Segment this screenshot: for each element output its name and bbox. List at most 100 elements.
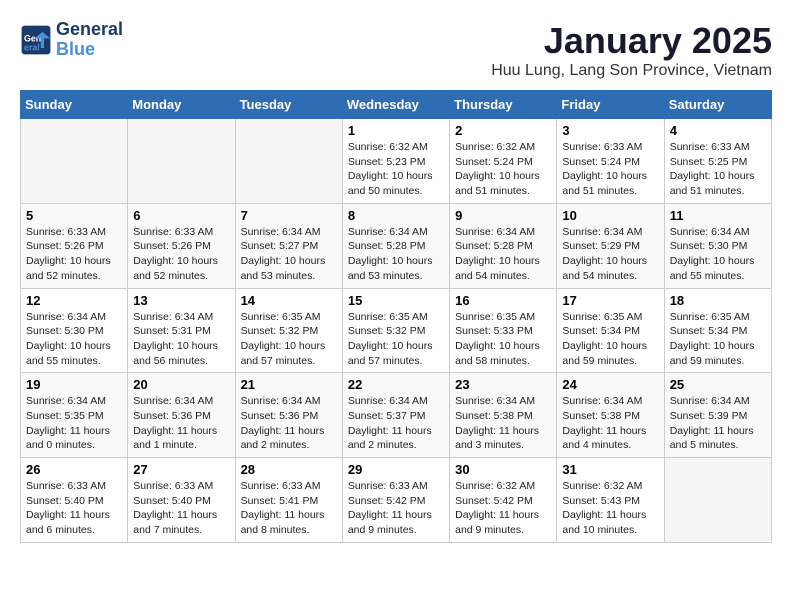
- day-number: 6: [133, 208, 229, 223]
- day-number: 21: [241, 377, 337, 392]
- day-info: Sunrise: 6:32 AM Sunset: 5:42 PM Dayligh…: [455, 479, 551, 538]
- calendar-cell: 11Sunrise: 6:34 AM Sunset: 5:30 PM Dayli…: [664, 203, 771, 288]
- day-info: Sunrise: 6:34 AM Sunset: 5:31 PM Dayligh…: [133, 310, 229, 369]
- day-info: Sunrise: 6:33 AM Sunset: 5:42 PM Dayligh…: [348, 479, 444, 538]
- day-info: Sunrise: 6:34 AM Sunset: 5:36 PM Dayligh…: [241, 394, 337, 453]
- day-number: 20: [133, 377, 229, 392]
- calendar-cell: 6 Sunrise: 6:33 AM Sunset: 5:26 PM Daylig…: [128, 203, 235, 288]
- calendar-cell: 3 Sunrise: 6:33 AM Sunset: 5:24 PM Daylig…: [557, 119, 664, 204]
- day-number: 31: [562, 462, 658, 477]
- calendar-cell: 12 Sunrise: 6:34 AM Sunset: 5:30 PM Dayli…: [21, 288, 128, 373]
- calendar-week-3: 12 Sunrise: 6:34 AM Sunset: 5:30 PM Dayli…: [21, 288, 772, 373]
- day-number: 24: [562, 377, 658, 392]
- day-info: Sunrise: 6:34 AM Sunset: 5:28 PM Dayligh…: [455, 225, 551, 284]
- day-info: Sunrise: 6:34 AM Sunset: 5:38 PM Dayligh…: [455, 394, 551, 453]
- day-number: 3: [562, 123, 658, 138]
- weekday-header-monday: Monday: [128, 91, 235, 119]
- day-number: 28: [241, 462, 337, 477]
- day-info: Sunrise: 6:34 AM Sunset: 5:28 PM Dayligh…: [348, 225, 444, 284]
- day-number: 9: [455, 208, 551, 223]
- calendar-title: January 2025: [491, 20, 772, 62]
- day-info: Sunrise: 6:34 AM Sunset: 5:36 PM Dayligh…: [133, 394, 229, 453]
- day-number: 2: [455, 123, 551, 138]
- logo-line2: Blue: [56, 40, 123, 60]
- calendar-week-4: 19 Sunrise: 6:34 AM Sunset: 5:35 PM Dayli…: [21, 373, 772, 458]
- header: Gen eral General Blue January 2025 Huu L…: [20, 20, 772, 80]
- day-number: 25: [670, 377, 766, 392]
- calendar-cell: 21 Sunrise: 6:34 AM Sunset: 5:36 PM Dayli…: [235, 373, 342, 458]
- calendar-subtitle: Huu Lung, Lang Son Province, Vietnam: [491, 62, 772, 80]
- calendar-cell: 17 Sunrise: 6:35 AM Sunset: 5:34 PM Dayli…: [557, 288, 664, 373]
- calendar-cell: 13 Sunrise: 6:34 AM Sunset: 5:31 PM Dayli…: [128, 288, 235, 373]
- logo-icon: Gen eral: [20, 24, 52, 56]
- day-number: 30: [455, 462, 551, 477]
- day-info: Sunrise: 6:34 AM Sunset: 5:30 PM Dayligh…: [26, 310, 122, 369]
- day-number: 15: [348, 293, 444, 308]
- title-block: January 2025 Huu Lung, Lang Son Province…: [491, 20, 772, 80]
- calendar-cell: 23 Sunrise: 6:34 AM Sunset: 5:38 PM Dayli…: [450, 373, 557, 458]
- day-number: 12: [26, 293, 122, 308]
- day-info: Sunrise: 6:34 AM Sunset: 5:38 PM Dayligh…: [562, 394, 658, 453]
- day-info: Sunrise: 6:35 AM Sunset: 5:32 PM Dayligh…: [241, 310, 337, 369]
- day-number: 26: [26, 462, 122, 477]
- day-number: 27: [133, 462, 229, 477]
- day-info: Sunrise: 6:33 AM Sunset: 5:40 PM Dayligh…: [26, 479, 122, 538]
- day-number: 7: [241, 208, 337, 223]
- calendar-cell: 16 Sunrise: 6:35 AM Sunset: 5:33 PM Dayli…: [450, 288, 557, 373]
- calendar-week-2: 5Sunrise: 6:33 AM Sunset: 5:26 PM Daylig…: [21, 203, 772, 288]
- day-info: Sunrise: 6:34 AM Sunset: 5:37 PM Dayligh…: [348, 394, 444, 453]
- day-number: 10: [562, 208, 658, 223]
- day-info: Sunrise: 6:33 AM Sunset: 5:26 PM Dayligh…: [26, 225, 122, 284]
- calendar-cell: 19 Sunrise: 6:34 AM Sunset: 5:35 PM Dayli…: [21, 373, 128, 458]
- day-info: Sunrise: 6:35 AM Sunset: 5:34 PM Dayligh…: [670, 310, 766, 369]
- day-info: Sunrise: 6:33 AM Sunset: 5:25 PM Dayligh…: [670, 140, 766, 199]
- day-number: 1: [348, 123, 444, 138]
- calendar-cell: [235, 119, 342, 204]
- calendar-cell: 1Sunrise: 6:32 AM Sunset: 5:23 PM Daylig…: [342, 119, 449, 204]
- svg-text:eral: eral: [24, 42, 40, 52]
- calendar-cell: 2Sunrise: 6:32 AM Sunset: 5:24 PM Daylig…: [450, 119, 557, 204]
- day-number: 17: [562, 293, 658, 308]
- logo-line1: General: [56, 20, 123, 40]
- day-info: Sunrise: 6:33 AM Sunset: 5:41 PM Dayligh…: [241, 479, 337, 538]
- calendar-cell: 24 Sunrise: 6:34 AM Sunset: 5:38 PM Dayli…: [557, 373, 664, 458]
- day-info: Sunrise: 6:35 AM Sunset: 5:32 PM Dayligh…: [348, 310, 444, 369]
- calendar-cell: 25 Sunrise: 6:34 AM Sunset: 5:39 PM Dayli…: [664, 373, 771, 458]
- calendar-cell: 4 Sunrise: 6:33 AM Sunset: 5:25 PM Daylig…: [664, 119, 771, 204]
- day-info: Sunrise: 6:34 AM Sunset: 5:27 PM Dayligh…: [241, 225, 337, 284]
- day-info: Sunrise: 6:35 AM Sunset: 5:34 PM Dayligh…: [562, 310, 658, 369]
- day-number: 13: [133, 293, 229, 308]
- day-info: Sunrise: 6:34 AM Sunset: 5:39 PM Dayligh…: [670, 394, 766, 453]
- calendar-cell: 5Sunrise: 6:33 AM Sunset: 5:26 PM Daylig…: [21, 203, 128, 288]
- day-number: 8: [348, 208, 444, 223]
- day-number: 19: [26, 377, 122, 392]
- weekday-header-tuesday: Tuesday: [235, 91, 342, 119]
- calendar-cell: 10Sunrise: 6:34 AM Sunset: 5:29 PM Dayli…: [557, 203, 664, 288]
- day-number: 14: [241, 293, 337, 308]
- calendar-cell: [128, 119, 235, 204]
- calendar-cell: 27 Sunrise: 6:33 AM Sunset: 5:40 PM Dayli…: [128, 458, 235, 543]
- calendar-cell: 7 Sunrise: 6:34 AM Sunset: 5:27 PM Daylig…: [235, 203, 342, 288]
- calendar-cell: 29 Sunrise: 6:33 AM Sunset: 5:42 PM Dayli…: [342, 458, 449, 543]
- calendar-cell: 8 Sunrise: 6:34 AM Sunset: 5:28 PM Daylig…: [342, 203, 449, 288]
- calendar-cell: 31 Sunrise: 6:32 AM Sunset: 5:43 PM Dayli…: [557, 458, 664, 543]
- logo: Gen eral General Blue: [20, 20, 123, 60]
- calendar-cell: 14 Sunrise: 6:35 AM Sunset: 5:32 PM Dayli…: [235, 288, 342, 373]
- weekday-header-sunday: Sunday: [21, 91, 128, 119]
- day-number: 23: [455, 377, 551, 392]
- weekday-header-saturday: Saturday: [664, 91, 771, 119]
- day-info: Sunrise: 6:33 AM Sunset: 5:26 PM Dayligh…: [133, 225, 229, 284]
- day-info: Sunrise: 6:33 AM Sunset: 5:24 PM Dayligh…: [562, 140, 658, 199]
- day-number: 4: [670, 123, 766, 138]
- calendar-cell: [664, 458, 771, 543]
- day-number: 29: [348, 462, 444, 477]
- day-info: Sunrise: 6:34 AM Sunset: 5:35 PM Dayligh…: [26, 394, 122, 453]
- calendar-cell: 30 Sunrise: 6:32 AM Sunset: 5:42 PM Dayli…: [450, 458, 557, 543]
- day-info: Sunrise: 6:34 AM Sunset: 5:30 PM Dayligh…: [670, 225, 766, 284]
- day-info: Sunrise: 6:32 AM Sunset: 5:43 PM Dayligh…: [562, 479, 658, 538]
- calendar-cell: 26 Sunrise: 6:33 AM Sunset: 5:40 PM Dayli…: [21, 458, 128, 543]
- day-info: Sunrise: 6:33 AM Sunset: 5:40 PM Dayligh…: [133, 479, 229, 538]
- day-number: 18: [670, 293, 766, 308]
- day-info: Sunrise: 6:35 AM Sunset: 5:33 PM Dayligh…: [455, 310, 551, 369]
- day-number: 16: [455, 293, 551, 308]
